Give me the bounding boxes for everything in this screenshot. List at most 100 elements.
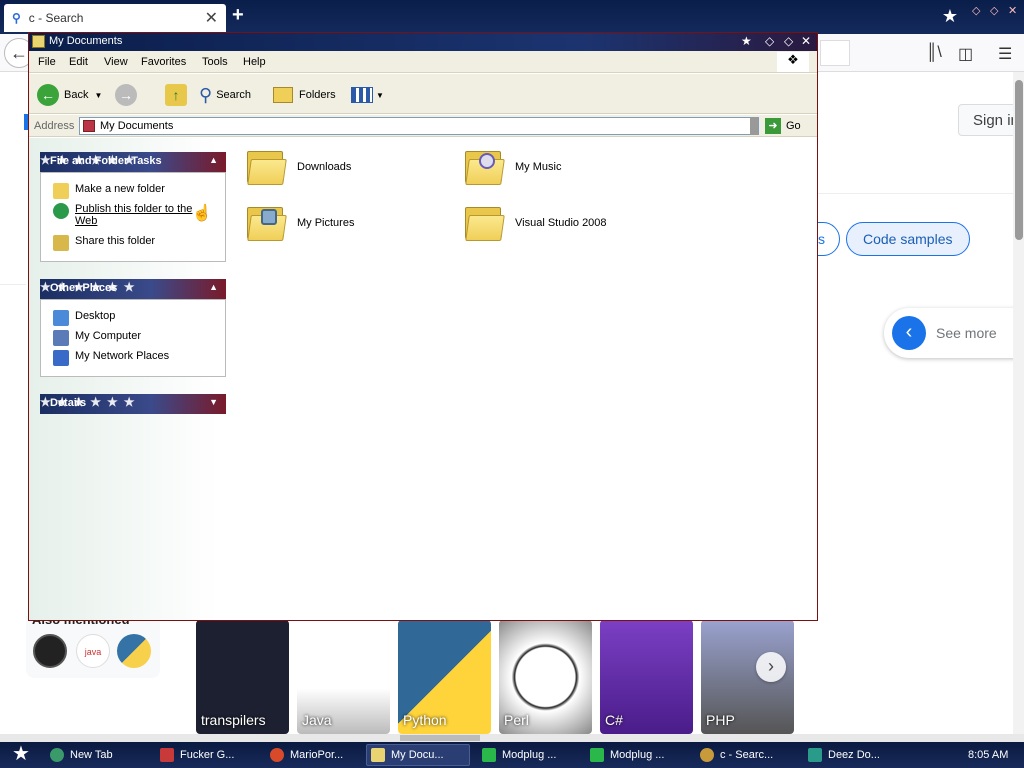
chevron-left-icon: ‹: [892, 316, 926, 350]
scrollbar-thumb[interactable]: [400, 735, 480, 741]
taskbar-label: New Tab: [70, 749, 113, 761]
taskbar-label: c - Searc...: [720, 749, 774, 761]
menu-icon[interactable]: ☰: [998, 44, 1012, 64]
forward-button[interactable]: →: [115, 83, 142, 107]
window-title: My Documents: [49, 35, 123, 47]
browser-tab-search[interactable]: ⚲ c - Search ✕: [4, 4, 226, 32]
taskbar-label: Deez Do...: [828, 749, 880, 761]
explorer-titlebar[interactable]: My Documents ★ ◇ ◇ ✕: [29, 33, 817, 51]
place-desktop[interactable]: Desktop: [53, 310, 115, 326]
taskbar-item[interactable]: New Tab: [46, 744, 152, 766]
menu-help[interactable]: Help: [243, 56, 266, 68]
minimize-icon[interactable]: ◇: [765, 34, 774, 48]
minimize-icon[interactable]: ◇: [972, 4, 980, 17]
taskbar-item[interactable]: c - Searc...: [696, 744, 800, 766]
task-publish-web[interactable]: Publish this folder to the Web: [53, 203, 213, 227]
horizontal-scrollbar[interactable]: [0, 734, 1024, 742]
search-label: Search: [216, 89, 252, 101]
taskbar-item[interactable]: Modplug ...: [586, 744, 690, 766]
carousel-card[interactable]: Java: [297, 620, 390, 734]
see-more-button[interactable]: ‹ See more: [884, 308, 1024, 358]
task-make-folder[interactable]: Make a new folder: [53, 183, 165, 199]
carousel-next-button[interactable]: ›: [756, 652, 786, 682]
close-tab-icon[interactable]: ✕: [205, 8, 218, 28]
search-button[interactable]: ⚲ Search: [199, 83, 251, 107]
app-icon: [808, 748, 822, 762]
card-label: PHP: [706, 712, 735, 728]
back-label: Back: [64, 89, 89, 101]
menu-edit[interactable]: Edit: [69, 56, 88, 68]
folder-label: My Pictures: [297, 217, 355, 229]
python-icon[interactable]: [117, 634, 151, 668]
windows-logo-icon: ❖: [777, 52, 809, 72]
scrollbar-thumb[interactable]: [1015, 80, 1023, 240]
pictures-folder-icon: [247, 203, 287, 243]
place-label: My Computer: [75, 330, 142, 342]
taskbar-item[interactable]: MarioPor...: [266, 744, 362, 766]
place-label: Desktop: [75, 310, 116, 322]
carousel-card[interactable]: C#: [600, 620, 693, 734]
card-label: Python: [403, 712, 447, 728]
go-label: Go: [786, 120, 801, 132]
maximize-icon[interactable]: ◇: [990, 4, 998, 17]
carousel-card[interactable]: Python: [398, 620, 491, 734]
chip-code-samples[interactable]: Code samples: [846, 222, 970, 256]
card-label: transpilers: [201, 712, 266, 728]
menu-view[interactable]: View: [104, 56, 128, 68]
menu-file[interactable]: File: [38, 56, 56, 68]
folder-icon: [371, 748, 385, 762]
url-field[interactable]: [820, 40, 850, 66]
folders-button[interactable]: Folders: [273, 83, 336, 107]
card-label: C#: [605, 712, 623, 728]
divider: [0, 284, 26, 285]
back-arrow-icon: ←: [37, 84, 59, 106]
folder-downloads[interactable]: Downloads: [247, 147, 351, 187]
java-icon[interactable]: java: [76, 634, 110, 668]
folder-my-music[interactable]: My Music: [465, 147, 561, 187]
place-my-computer[interactable]: My Computer: [53, 330, 141, 346]
details-header[interactable]: ★★★★★★ Details ▼: [40, 394, 226, 414]
go-button[interactable]: ➜ Go: [765, 118, 801, 134]
menu-tools[interactable]: Tools: [202, 56, 228, 68]
up-folder-button[interactable]: ↑: [165, 83, 192, 107]
file-tasks-title: File and Folder Tasks: [50, 155, 162, 167]
browser-icon: [50, 748, 64, 762]
other-places-title: Other Places: [50, 282, 118, 294]
new-tab-button[interactable]: +: [232, 4, 244, 27]
other-places-header[interactable]: ★★★★★★ Other Places ▲: [40, 279, 226, 299]
taskbar-item[interactable]: Fucker G...: [156, 744, 262, 766]
task-share-folder[interactable]: Share this folder: [53, 235, 155, 251]
folders-icon: [273, 87, 293, 103]
taskbar-label: MarioPor...: [290, 749, 344, 761]
taskbar-item-active[interactable]: My Docu...: [366, 744, 470, 766]
taskbar-item[interactable]: Modplug ...: [478, 744, 582, 766]
globe-icon: [53, 203, 69, 219]
folder-visual-studio-2008[interactable]: Visual Studio 2008: [465, 203, 607, 243]
address-dropdown[interactable]: [750, 117, 758, 135]
close-icon[interactable]: ✕: [1008, 4, 1017, 17]
folder-my-pictures[interactable]: My Pictures: [247, 203, 354, 243]
carousel-card[interactable]: Perl: [499, 620, 592, 734]
go-arrow-icon: ➜: [765, 118, 781, 134]
maximize-icon[interactable]: ◇: [784, 34, 793, 48]
views-icon: [351, 87, 373, 103]
network-icon: [53, 350, 69, 366]
expand-icon: ▼: [209, 397, 218, 407]
menu-favorites[interactable]: Favorites: [141, 56, 186, 68]
place-network[interactable]: My Network Places: [53, 350, 169, 366]
card-label: Perl: [504, 712, 529, 728]
back-button[interactable]: ← Back ▼: [37, 83, 102, 107]
explorer-window: My Documents ★ ◇ ◇ ✕ File Edit View Favo…: [28, 32, 818, 621]
system-clock: 8:05 AM: [968, 749, 1009, 761]
address-input[interactable]: My Documents: [79, 117, 759, 135]
close-icon[interactable]: ✕: [801, 34, 811, 48]
taskbar-item[interactable]: Deez Do...: [804, 744, 908, 766]
standard-toolbar: ← Back ▼ → ↑ ⚲ Search Folders ▼: [29, 74, 817, 114]
library-icon[interactable]: ║\: [926, 44, 942, 62]
sidebar-icon[interactable]: ◫: [958, 44, 973, 64]
file-tasks-header[interactable]: ★★★★★★ File and Folder Tasks ▲: [40, 152, 226, 172]
language-icon[interactable]: [33, 634, 67, 668]
start-button[interactable]: ★: [0, 742, 42, 768]
views-button[interactable]: ▼: [351, 83, 384, 107]
carousel-card[interactable]: transpilers: [196, 620, 289, 734]
